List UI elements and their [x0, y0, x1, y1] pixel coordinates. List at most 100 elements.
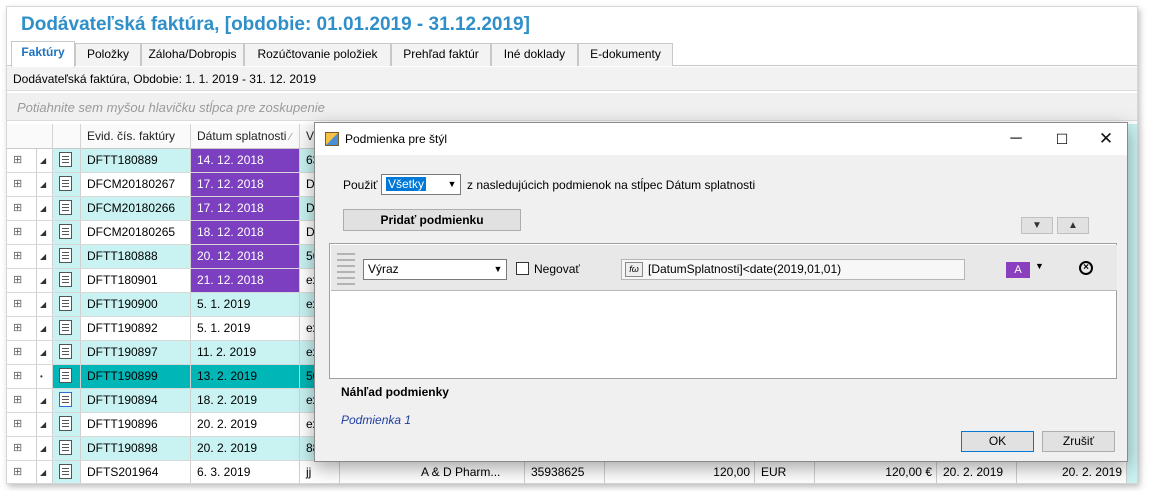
header-evid-cis[interactable]: Evid. čís. faktúry	[81, 124, 191, 149]
dialog-titlebar: Podmienka pre štýl ─ ☐ ✕	[315, 123, 1127, 155]
expand-row-icon[interactable]: ⊞	[7, 317, 37, 340]
condition-type-value: Výraz	[368, 262, 399, 276]
cell-evid-cislo[interactable]: DFTT190897	[81, 341, 191, 364]
row-icon-cell	[53, 269, 81, 292]
cell-evid-cislo[interactable]: DFTT190894	[81, 389, 191, 412]
cell-datum-splatnosti[interactable]: 18. 2. 2019	[191, 389, 300, 412]
cell-datum-splatnosti[interactable]: 17. 12. 2018	[191, 173, 300, 196]
group-by-bar[interactable]: Potiahnite sem myšou hlavičku stĺpca pre…	[7, 93, 1137, 121]
header-datum-splatnosti[interactable]: Dátum splatnosti ⁄	[191, 124, 300, 149]
cell-datum-splatnosti[interactable]: 14. 12. 2018	[191, 149, 300, 172]
invoice-document-icon	[59, 392, 72, 407]
tab-prehlad-faktur[interactable]: Prehľad faktúr	[391, 43, 491, 66]
cell-datum-splatnosti[interactable]: 18. 12. 2018	[191, 221, 300, 244]
header-icon-col	[53, 124, 81, 149]
minimize-icon[interactable]: ─	[993, 123, 1039, 155]
cell-company[interactable]: A & D Pharm...	[415, 461, 525, 483]
apply-mode-value: Všetky	[386, 177, 427, 191]
expand-row-icon[interactable]: ⊞	[7, 197, 37, 220]
maximize-icon[interactable]: ☐	[1039, 123, 1085, 155]
expand-row-icon[interactable]: ⊞	[7, 149, 37, 172]
cell-evid-cislo[interactable]: DFCM20180266	[81, 197, 191, 220]
cell-currency[interactable]: EUR	[755, 461, 815, 483]
tab-faktury[interactable]: Faktúry	[11, 41, 75, 67]
chevron-down-icon: ▼	[447, 179, 457, 189]
row-icon-cell	[53, 245, 81, 268]
cell-evid-cislo[interactable]: DFTS201964	[81, 461, 191, 483]
negate-checkbox[interactable]	[516, 262, 529, 275]
tab-rozuctovanie-poloziek[interactable]: Rozúčtovanie položiek	[244, 43, 391, 66]
expand-row-icon[interactable]: ⊞	[7, 437, 37, 460]
add-condition-button[interactable]: Pridať podmienku	[343, 209, 521, 231]
expand-row-icon[interactable]: ⊞	[7, 245, 37, 268]
cell-datum-splatnosti[interactable]: 5. 1. 2019	[191, 293, 300, 316]
expand-row-icon[interactable]: ⊞	[7, 293, 37, 316]
style-dropdown-icon[interactable]: ▼	[1035, 261, 1044, 271]
cell-datum-splatnosti[interactable]: 5. 1. 2019	[191, 317, 300, 340]
tab-zaloha-dobropis[interactable]: Záloha/Dobropis	[141, 43, 244, 66]
cell-evid-cislo[interactable]: DFCM20180265	[81, 221, 191, 244]
expand-row-icon[interactable]: ⊞	[7, 173, 37, 196]
expand-row-icon[interactable]: ⊞	[7, 269, 37, 292]
expand-row-icon[interactable]: ⊞	[7, 221, 37, 244]
expand-row-icon[interactable]: ⊞	[7, 413, 37, 436]
cell-evid-cislo[interactable]: DFTT180901	[81, 269, 191, 292]
cell-evid-cislo[interactable]: DFTT190898	[81, 437, 191, 460]
cell-evid-cislo[interactable]: DFTT180889	[81, 149, 191, 172]
cell-ico[interactable]: 35938625	[525, 461, 605, 483]
cell-amount2[interactable]: 120,00 €	[837, 461, 937, 483]
chevron-up-icon: ▲	[1068, 220, 1078, 231]
expand-row-icon[interactable]: ⊞	[7, 341, 37, 364]
cell-datum-splatnosti[interactable]: 20. 2. 2019	[191, 437, 300, 460]
row-indicator-icon: ◢	[37, 197, 53, 220]
cancel-button[interactable]: Zrušiť	[1042, 431, 1115, 452]
row-indicator-icon: ◢	[37, 461, 53, 483]
cell-datum-splatnosti[interactable]: 17. 12. 2018	[191, 197, 300, 220]
style-preview-badge[interactable]: A	[1006, 262, 1030, 278]
cell-datum-splatnosti[interactable]: 20. 2. 2019	[191, 413, 300, 436]
move-up-button[interactable]: ▲	[1057, 217, 1089, 234]
row-icon-cell	[53, 437, 81, 460]
function-icon[interactable]: fω	[625, 262, 643, 277]
tab-ine-doklady[interactable]: Iné doklady	[491, 43, 578, 66]
cell-datum-splatnosti[interactable]: 11. 2. 2019	[191, 341, 300, 364]
table-row[interactable]: ⊞ ◢ DFTS201964 6. 3. 2019 jj A & D Pharm... 35…	[7, 461, 1137, 483]
cell-evid-cislo[interactable]: DFTT190899	[81, 365, 191, 388]
ok-button[interactable]: OK	[961, 431, 1034, 452]
cell-evid-cislo[interactable]: DFCM20180267	[81, 173, 191, 196]
close-icon[interactable]: ✕	[1083, 123, 1129, 155]
preview-title: Náhľad podmienky	[341, 385, 449, 399]
cell-evid-cislo[interactable]: DFTT190896	[81, 413, 191, 436]
row-icon-cell	[53, 197, 81, 220]
cell-evid-cislo[interactable]: DFTT190900	[81, 293, 191, 316]
cell-evid-cislo[interactable]: DFTT180888	[81, 245, 191, 268]
expand-row-icon[interactable]: ⊞	[7, 365, 37, 388]
row-icon-cell	[53, 461, 81, 483]
expand-row-icon[interactable]: ⊞	[7, 389, 37, 412]
apply-mode-select[interactable]: Všetky ▼	[381, 174, 461, 195]
cell-evid-cislo[interactable]: DFTT190892	[81, 317, 191, 340]
remove-condition-icon[interactable]: ×	[1079, 261, 1093, 275]
cell-datum-splatnosti[interactable]: 13. 2. 2019	[191, 365, 300, 388]
row-indicator-icon: ◢	[37, 245, 53, 268]
drag-handle-icon[interactable]	[337, 251, 355, 285]
cell-amount[interactable]: 120,00	[647, 461, 755, 483]
row-indicator-icon: ◢	[37, 293, 53, 316]
tab-polozky[interactable]: Položky	[75, 43, 141, 66]
chevron-down-icon: ▼	[1032, 220, 1042, 231]
cell-datum-splatnosti[interactable]: 21. 12. 2018	[191, 269, 300, 292]
cell-datum-splatnosti[interactable]: 6. 3. 2019	[191, 461, 300, 483]
condition-row: Výraz ▼ Negovať fω [DatumSplatnosti]<dat…	[331, 245, 1117, 291]
cell-date1[interactable]: 20. 2. 2019	[937, 461, 1017, 483]
cell-col-v[interactable]: jj	[300, 461, 340, 483]
invoice-document-icon	[59, 296, 72, 311]
cell-date2[interactable]: 20. 2. 2019	[1047, 461, 1127, 483]
condition-type-select[interactable]: Výraz ▼	[363, 259, 507, 280]
expression-field[interactable]: fω [DatumSplatnosti]<date(2019,01,01)	[621, 259, 965, 280]
cell-datum-splatnosti[interactable]: 20. 12. 2018	[191, 245, 300, 268]
expand-row-icon[interactable]: ⊞	[7, 461, 37, 483]
row-indicator-icon: ◢	[37, 341, 53, 364]
move-down-button[interactable]: ▼	[1021, 217, 1053, 234]
tab-e-dokumenty[interactable]: E-dokumenty	[578, 43, 673, 66]
row-indicator-icon: ◢	[37, 149, 53, 172]
